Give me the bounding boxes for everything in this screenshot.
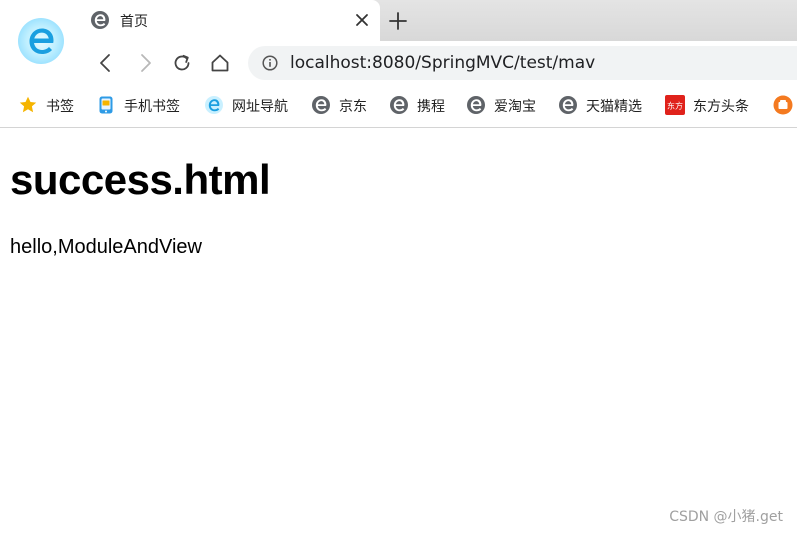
page-body-text: hello,ModuleAndView <box>10 236 202 258</box>
e-icon <box>90 10 110 30</box>
bookmark-label: 东方头条 <box>693 99 749 115</box>
forward-arrow-icon[interactable] <box>134 52 156 74</box>
browser-logo-icon <box>204 95 224 115</box>
bookmark-label: 天猫精选 <box>586 99 642 115</box>
watermark: CSDN @小猪.get <box>669 509 783 525</box>
reload-icon[interactable] <box>171 52 193 74</box>
new-tab-plus-icon[interactable] <box>386 9 410 33</box>
bookmarks-bar: 书签 手机书签 网址导航 京东 携程 爱淘宝 天猫精选 东方 东方头条 <box>0 85 797 125</box>
bookmark-label: 书签 <box>46 99 74 115</box>
page-heading: success.html <box>10 156 271 203</box>
tab-home[interactable]: 首页 <box>78 0 380 41</box>
e-icon <box>558 95 578 115</box>
page-content: success.html hello,ModuleAndView <box>0 128 797 535</box>
address-bar[interactable]: localhost:8080/SpringMVC/test/mav <box>248 46 797 80</box>
browser-chrome: 首页 localhost:8080/SpringMVC/test/mav 书签 … <box>0 0 797 128</box>
phone-icon <box>96 95 116 115</box>
bookmark-label: 网址导航 <box>232 99 288 115</box>
info-icon[interactable] <box>262 55 278 71</box>
orange-app-icon <box>773 95 793 115</box>
home-icon[interactable] <box>209 52 231 74</box>
star-icon <box>18 95 38 115</box>
back-arrow-icon[interactable] <box>95 52 117 74</box>
url-text[interactable]: localhost:8080/SpringMVC/test/mav <box>290 53 595 73</box>
browser-logo-icon[interactable] <box>18 18 64 64</box>
tab-title: 首页 <box>120 14 148 30</box>
dongfang-icon: 东方 <box>665 95 685 115</box>
e-icon <box>466 95 486 115</box>
navigation-bar: localhost:8080/SpringMVC/test/mav <box>0 41 797 85</box>
e-icon <box>311 95 331 115</box>
bookmark-label: 爱淘宝 <box>494 99 536 115</box>
bookmark-label: 手机书签 <box>124 99 180 115</box>
dongfang-icon-text: 东方 <box>667 101 683 111</box>
close-icon[interactable] <box>352 10 372 30</box>
bookmark-label: 携程 <box>417 99 445 115</box>
e-icon <box>389 95 409 115</box>
bookmark-label: 京东 <box>339 99 367 115</box>
browser-logo-area <box>0 0 82 82</box>
